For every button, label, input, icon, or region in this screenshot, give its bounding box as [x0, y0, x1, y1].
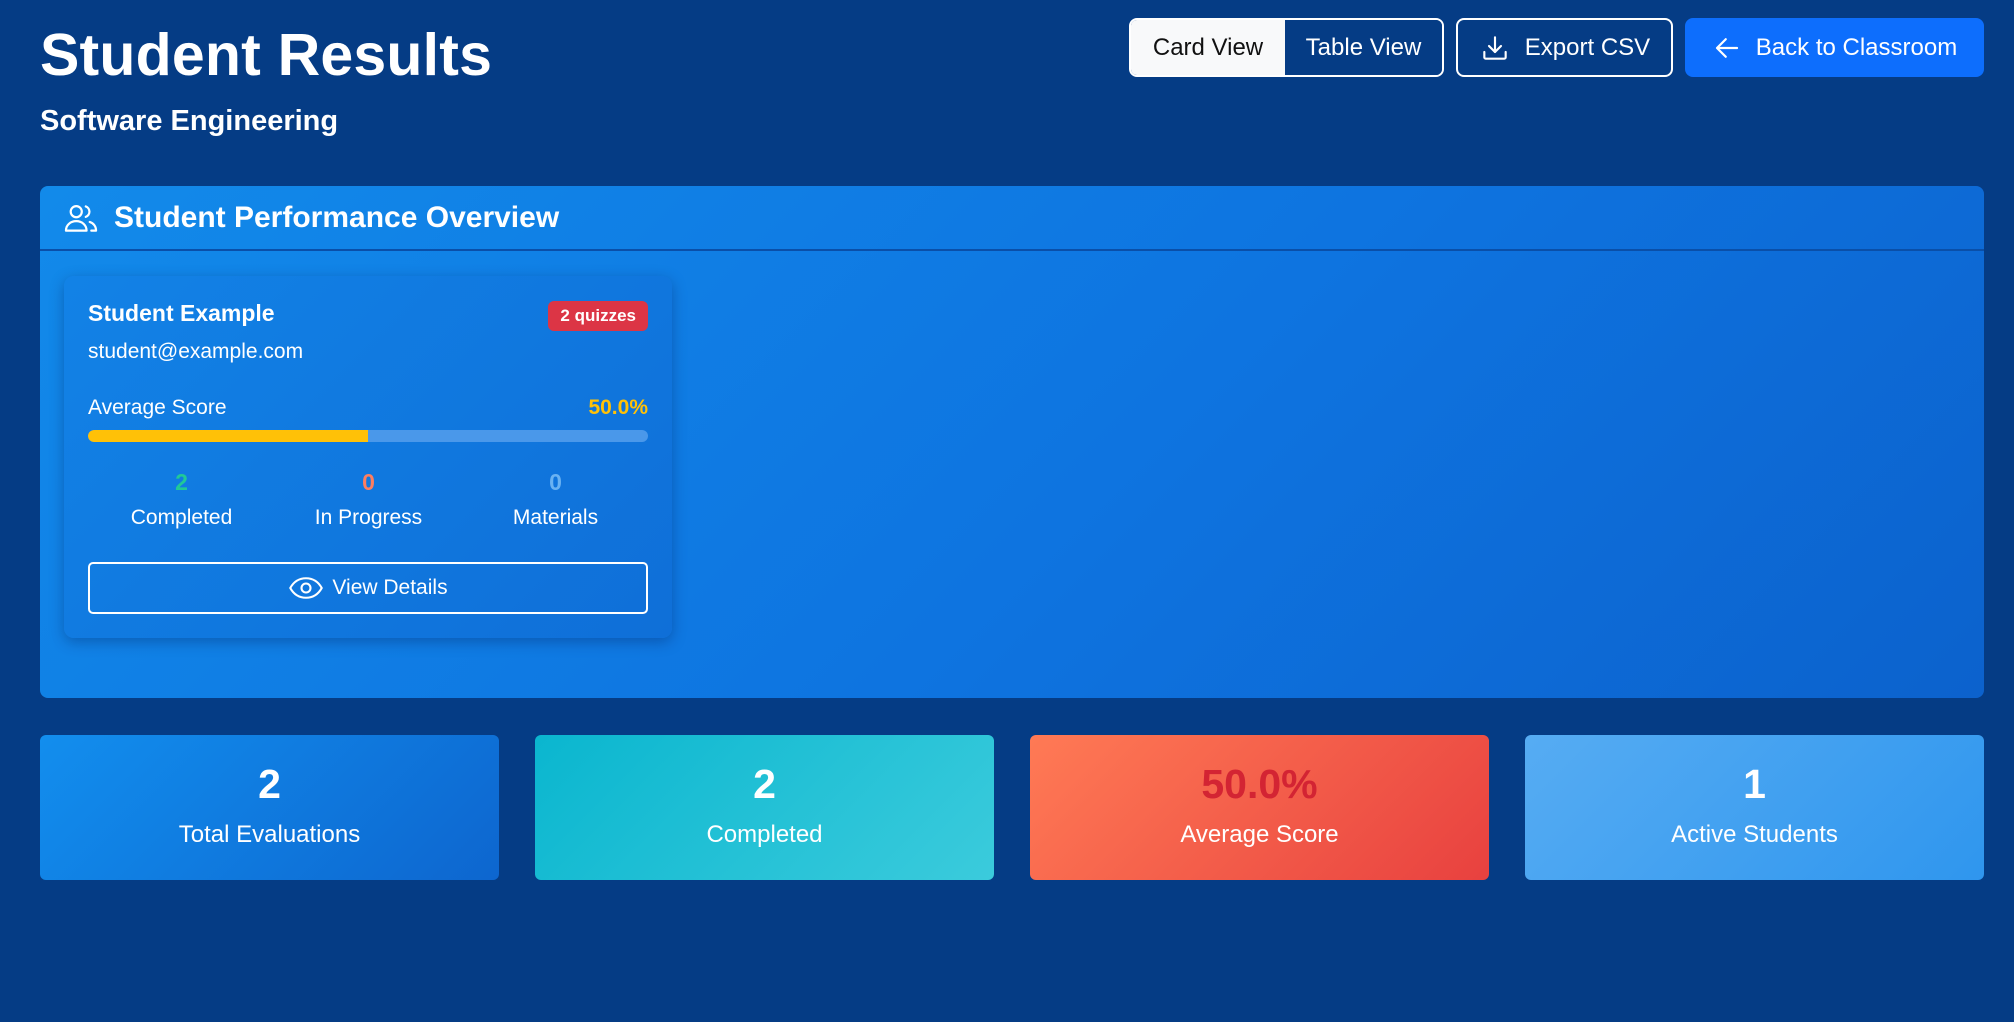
stat-completed-value: 2 — [175, 469, 188, 495]
student-name: Student Example — [88, 300, 275, 326]
download-icon — [1479, 32, 1511, 64]
page-subtitle: Software Engineering — [40, 105, 339, 137]
page-title: Student Results — [40, 22, 493, 88]
student-email: student@example.com — [88, 340, 304, 363]
summary-value: 50.0% — [1201, 761, 1318, 807]
summary-label: Average Score — [1180, 821, 1339, 848]
stat-materials-value: 0 — [549, 469, 562, 495]
stat-materials: 0 Materials — [462, 468, 649, 530]
average-score-progress — [88, 430, 648, 442]
summary-card-total-evaluations: 2 Total Evaluations — [40, 735, 499, 880]
student-card: Student Example 2 quizzes student@exampl… — [64, 276, 672, 638]
summary-value: 2 — [753, 761, 776, 807]
panel-header: Student Performance Overview — [40, 186, 1984, 251]
back-to-classroom-button[interactable]: Back to Classroom — [1685, 18, 1984, 77]
back-to-classroom-label: Back to Classroom — [1755, 33, 1958, 61]
summary-card-average-score: 50.0% Average Score — [1030, 735, 1489, 880]
summary-value: 2 — [258, 761, 281, 807]
quiz-count-badge: 2 quizzes — [548, 301, 648, 331]
summary-value: 1 — [1743, 761, 1766, 807]
student-results-page: Student Results Software Engineering Car… — [0, 0, 2014, 1022]
table-view-button[interactable]: Table View — [1285, 20, 1442, 75]
performance-overview-panel: Student Performance Overview Student Exa… — [40, 186, 1984, 698]
eye-icon — [288, 574, 324, 602]
stat-in-progress: 0 In Progress — [275, 468, 462, 530]
stat-in-progress-label: In Progress — [314, 506, 423, 529]
stat-completed-label: Completed — [130, 506, 233, 529]
card-view-button[interactable]: Card View — [1131, 20, 1285, 75]
export-csv-button[interactable]: Export CSV — [1456, 18, 1673, 77]
average-score-value: 50.0% — [588, 396, 648, 419]
average-score-progress-fill — [88, 430, 368, 442]
summary-label: Completed — [706, 821, 823, 848]
summary-card-completed: 2 Completed — [535, 735, 994, 880]
view-details-label: View Details — [332, 576, 448, 599]
panel-title: Student Performance Overview — [114, 200, 560, 234]
stat-materials-label: Materials — [512, 506, 599, 529]
stat-completed: 2 Completed — [88, 468, 275, 530]
arrow-left-icon — [1712, 33, 1742, 63]
summary-label: Total Evaluations — [178, 821, 361, 848]
view-details-button[interactable]: View Details — [88, 562, 648, 614]
summary-card-active-students: 1 Active Students — [1525, 735, 1984, 880]
view-toggle: Card View Table View — [1129, 18, 1444, 77]
users-icon — [62, 199, 100, 237]
average-score-label: Average Score — [88, 396, 227, 419]
summary-label: Active Students — [1671, 821, 1838, 848]
export-csv-label: Export CSV — [1524, 33, 1651, 61]
stat-in-progress-value: 0 — [362, 469, 375, 495]
